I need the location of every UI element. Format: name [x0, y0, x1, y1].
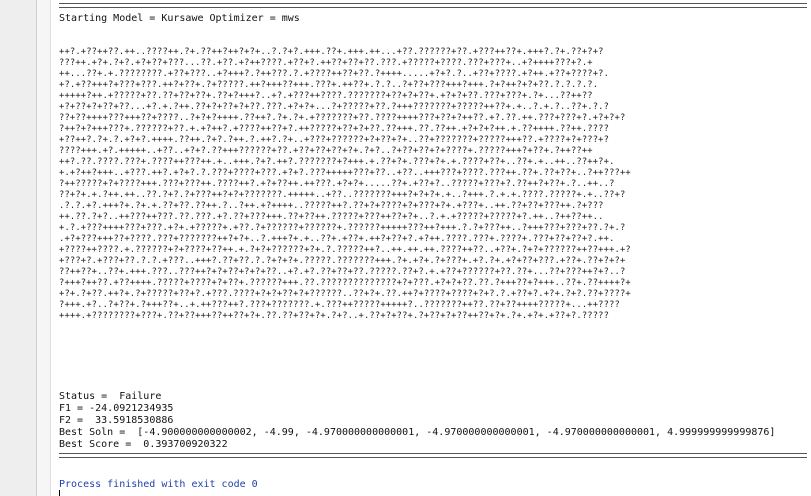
progress-output-line: .+?+???+++??+????.???+???????++?+?+..?.+… [59, 234, 615, 244]
progress-output-line: +?+??+?+??+??...+?.+.?++.??+?+??+?+??.??… [59, 102, 610, 112]
separator-line-top [59, 3, 807, 8]
best-soln-label: Best Soln = [59, 427, 126, 438]
progress-output-line: ?+++.+?..?+??+.?+++??+..+.++???++?.???+?… [59, 300, 620, 310]
progress-output-line: +?+.?+??.++?+.?+?????+??+?.+???.????+?+?… [59, 289, 631, 299]
best-score-value: 0.393700920322 [143, 439, 228, 450]
f2-value: 33.5918530886 [95, 415, 174, 426]
progress-output-line: ?++?+?+++???+.??????+??.+.+?++?.+????++?… [59, 124, 610, 134]
progress-output-line: +??++?.?+.?.+?+?.++++.??++.?+?.?++.?.++?… [59, 135, 610, 145]
console-header-line: Starting Model = Kursawe Optimizer = mws [59, 13, 300, 24]
optimizer-progress-output: ++?.+??++??.++..????++.?+.??++?++?+?+..?… [59, 47, 631, 322]
console-fold-gutter [37, 0, 51, 496]
progress-output-line: ??+?+.+.?++.++..??.?+?.?+???++?+?+??????… [59, 190, 626, 200]
progress-output-line: ????+++.+?.+++++..+??..+?+?.??+++??????+… [59, 146, 593, 156]
status-label: Status = [59, 391, 108, 402]
f1-value: -24.0921234935 [89, 403, 174, 414]
progress-output-line: ??++??+..??+.+++.???..???++?+?+??+?+?+??… [59, 267, 626, 277]
progress-output-line: ++++.+????????+???+.??+??+++??++??+?+.??… [59, 311, 610, 321]
best-soln-value: [-4.900000000000002, -4.99, -4.970000000… [137, 427, 776, 438]
progress-output-line: ??+??++++???+++??+????..?+?+?++++.??++?.… [59, 113, 626, 123]
progress-output-line: +?.+??+++?+???+???.++?+??+.?+?????.++?++… [59, 80, 599, 90]
status-line: Status = Failure [59, 391, 161, 402]
progress-output-line: +????++????.+.??????+?+????+??++.+.?+?+?… [59, 245, 631, 255]
process-exit-message: Process finished with exit code 0 [59, 479, 258, 490]
status-value: Failure [119, 391, 162, 402]
progress-output-line: ?+++?++??.+??++++.?????+????+?+??+.?????… [59, 278, 631, 288]
separator-line-bottom [59, 453, 807, 458]
best-score-line: Best Score = 0.393700920322 [59, 439, 228, 450]
progress-output-line: +++++?++.+?????+??.??+??+??+.??+?+++?..+… [59, 91, 593, 101]
f2-label: F2 = [59, 415, 84, 426]
progress-output-line: ???++.+?+.?+?.+?+??+???...??.+??.+?++???… [59, 58, 593, 68]
best-soln-line: Best Soln = [-4.900000000000002, -4.99, … [59, 427, 775, 438]
progress-output-line: ++?.+??++??.++..????++.?+.??++?++?+?+..?… [59, 47, 604, 57]
progress-output-line: +.+?++?+++..+???.++?.+?+?.?.???+????+???… [59, 168, 631, 178]
progress-output-line: ++?.??.????.???+.????++???++.+..+++.?+?.… [59, 157, 615, 167]
progress-output-line: ?++?????+?+????+++.???+???++.????++?.+?+… [59, 179, 615, 189]
f2-line: F2 = 33.5918530886 [59, 415, 173, 426]
console-toolbar-gutter [0, 0, 37, 496]
progress-output-line: .?.?.+?.+++?+.?+.+.??+??.??++.?..?++.+?+… [59, 201, 604, 211]
text-cursor [59, 490, 60, 496]
best-score-label: Best Score = [59, 439, 132, 450]
progress-output-line: ++...??+.+.????????.+??+???..+?+++?.?++?… [59, 69, 610, 79]
progress-output-line: +.?.+???++++???+???.+?+.+?????+.+??.?+??… [59, 223, 626, 233]
run-console-output[interactable]: Starting Model = Kursawe Optimizer = mws… [59, 0, 811, 496]
f1-label: F1 = [59, 403, 84, 414]
progress-output-line: ++.??.?+?..++???++???.??.???.+?.??+???++… [59, 212, 604, 222]
f1-line: F1 = -24.0921234935 [59, 403, 173, 414]
progress-output-line: +???+?.+???+??.?.?.+???..+++?.??+??.?.?+… [59, 256, 626, 266]
